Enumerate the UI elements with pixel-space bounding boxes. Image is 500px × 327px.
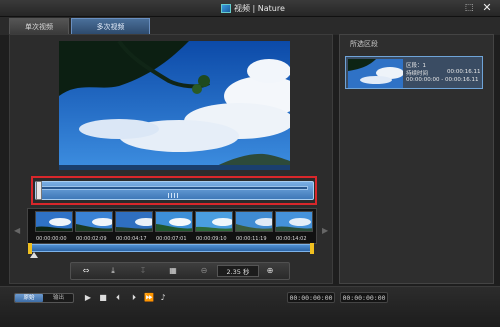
timecode-out[interactable]: 00:00:00:00 xyxy=(340,292,388,303)
app-icon xyxy=(221,4,231,13)
mode-original-button[interactable]: 原始 xyxy=(15,294,43,302)
film-frame[interactable] xyxy=(155,211,193,232)
cut-icon[interactable]: ↧ xyxy=(135,265,151,277)
stop-icon[interactable]: ■ xyxy=(97,291,109,304)
timecode-in[interactable]: 00:00:00:00 xyxy=(287,292,335,303)
video-preview xyxy=(59,41,290,170)
maximize-icon[interactable]: ⬚ xyxy=(463,3,475,14)
next-frame-icon[interactable]: ⏵ xyxy=(128,291,140,304)
frame-timecode: 00:00:07:01 xyxy=(156,236,187,242)
film-frame[interactable] xyxy=(35,211,73,232)
zoom-in-icon[interactable]: ⊕ xyxy=(263,265,277,277)
frame-timecode: 00:00:09:10 xyxy=(196,236,227,242)
playback-bar xyxy=(0,286,500,327)
segment-duration-label: 持续时间 xyxy=(406,71,429,77)
film-frame[interactable] xyxy=(115,211,153,232)
segment-thumbnail xyxy=(348,59,403,88)
film-frame[interactable] xyxy=(235,211,273,232)
film-frame[interactable] xyxy=(195,211,233,232)
segment-range: 00:00:00:00 - 00:00:16.11 xyxy=(406,77,479,83)
fast-forward-icon[interactable]: ⏩ xyxy=(143,291,155,304)
frame-timecode: 00:00:11:19 xyxy=(236,236,267,242)
trim-icon[interactable]: ⤓ xyxy=(105,265,121,277)
film-frame[interactable] xyxy=(275,211,313,232)
tab-multi-video[interactable]: 多次视频 xyxy=(71,18,150,34)
move-icon[interactable]: ⇔ xyxy=(77,265,95,277)
play-icon[interactable]: ▶ xyxy=(82,291,94,304)
mark-out-marker[interactable] xyxy=(310,243,314,254)
frame-timecode: 00:00:00:00 xyxy=(36,236,67,242)
frame-timecode: 00:00:14:02 xyxy=(276,236,307,242)
tab-single-video[interactable]: 单次视频 xyxy=(9,18,69,34)
playhead-icon[interactable] xyxy=(30,252,38,258)
mode-output-button[interactable]: 输出 xyxy=(44,294,73,302)
prev-frame-icon[interactable]: ⏴ xyxy=(112,291,124,304)
zoom-out-icon[interactable]: ⊖ xyxy=(197,265,211,277)
segment-name: 区段：1 xyxy=(406,63,426,69)
trim-start-handle[interactable] xyxy=(36,181,42,200)
timeline-scrubber[interactable] xyxy=(30,244,314,252)
selected-segments-title: 所选区段 xyxy=(350,40,378,48)
film-frame[interactable] xyxy=(75,211,113,232)
volume-icon[interactable]: ♪ xyxy=(157,291,169,304)
segment-duration: 00:00:16.11 xyxy=(447,69,481,75)
scroll-left-icon[interactable]: ◀ xyxy=(14,226,20,235)
trim-range-track xyxy=(40,186,308,190)
scroll-right-icon[interactable]: ▶ xyxy=(322,226,328,235)
multi-trim-icon[interactable]: ▦ xyxy=(165,265,181,277)
close-icon[interactable]: ✕ xyxy=(480,2,494,14)
frame-timecode: 00:00:02:09 xyxy=(76,236,107,242)
window-title: 视频 | Nature xyxy=(234,4,285,13)
zoom-level[interactable]: 2.35 秒 xyxy=(217,265,259,277)
frame-timecode: 00:00:04:17 xyxy=(116,236,147,242)
trim-grip-icon[interactable] xyxy=(168,193,180,198)
